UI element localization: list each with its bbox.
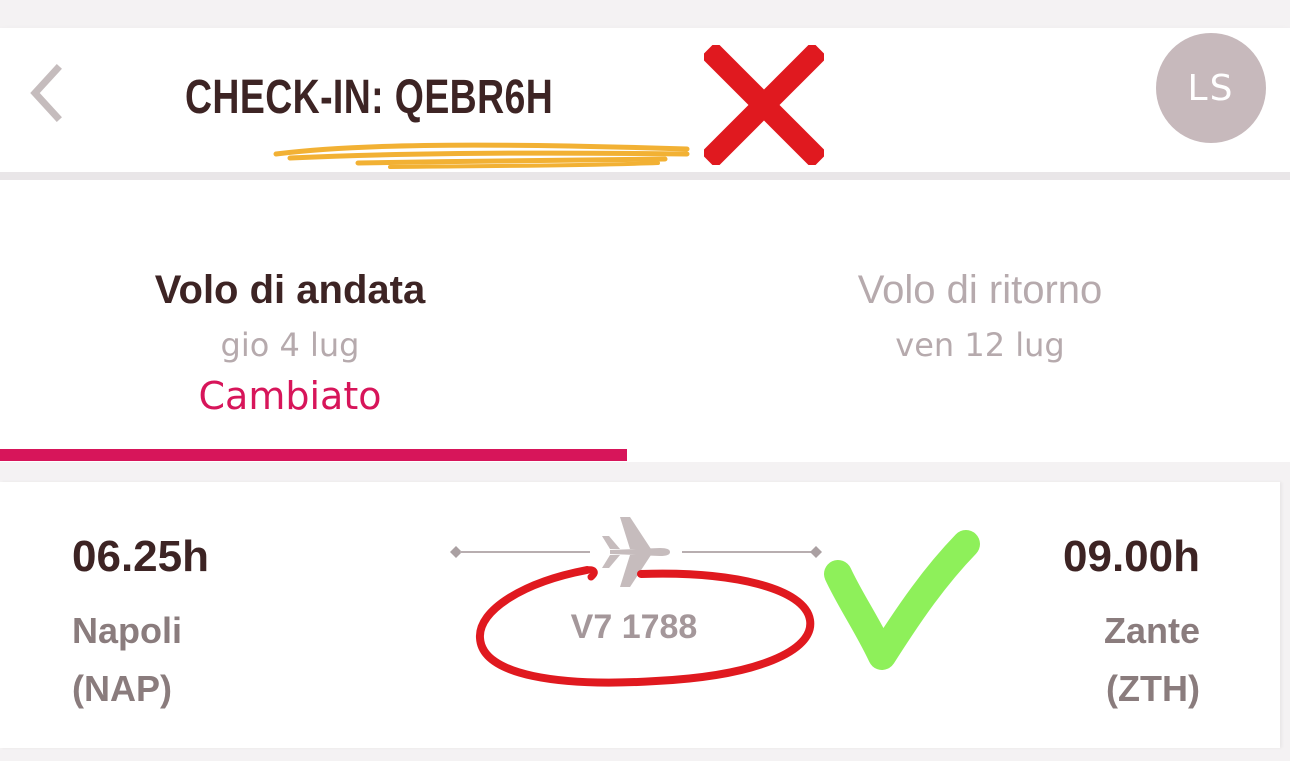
- departure-airport: Napoli (NAP): [72, 602, 182, 718]
- departure-city: Napoli: [72, 610, 183, 651]
- chevron-left-icon: [30, 64, 62, 122]
- page-title: CHECK-IN: QEBR6H: [185, 71, 554, 124]
- tab-outbound-flight[interactable]: Volo di andata gio 4 lug Cambiato: [0, 180, 580, 462]
- checkin-screen: CHECK-IN: QEBR6H LS Volo di andata gio 4…: [0, 0, 1290, 761]
- flight-route-line: [450, 517, 822, 587]
- avatar[interactable]: LS: [1156, 33, 1266, 143]
- back-button[interactable]: [18, 58, 72, 128]
- departure-time: 06.25h: [72, 532, 209, 581]
- tab-return-date: ven 12 lug: [895, 326, 1065, 364]
- arrival-city: Zante: [1103, 610, 1200, 651]
- flight-number: V7 1788: [570, 608, 698, 646]
- departure-code: (NAP): [72, 668, 172, 709]
- top-header: CHECK-IN: QEBR6H LS: [0, 28, 1290, 180]
- arrival-code: (ZTH): [1106, 668, 1200, 709]
- tab-outbound-date: gio 4 lug: [220, 326, 360, 364]
- tab-return-flight[interactable]: Volo di ritorno ven 12 lug: [690, 180, 1270, 462]
- tab-outbound-title: Volo di andata: [154, 268, 426, 312]
- airplane-icon: [602, 517, 670, 587]
- tab-return-title: Volo di ritorno: [857, 268, 1103, 312]
- tab-outbound-status: Cambiato: [198, 374, 382, 418]
- arrival-time: 09.00h: [1063, 532, 1200, 581]
- route-right-dot: [810, 546, 822, 558]
- flight-card[interactable]: 06.25h 09.00h Napoli (NAP) Zante (ZTH) V…: [0, 482, 1280, 748]
- active-tab-underline: [0, 449, 627, 461]
- flight-tabs-panel: Volo di andata gio 4 lug Cambiato Volo d…: [0, 180, 1290, 462]
- arrival-airport: Zante (ZTH): [1104, 602, 1200, 718]
